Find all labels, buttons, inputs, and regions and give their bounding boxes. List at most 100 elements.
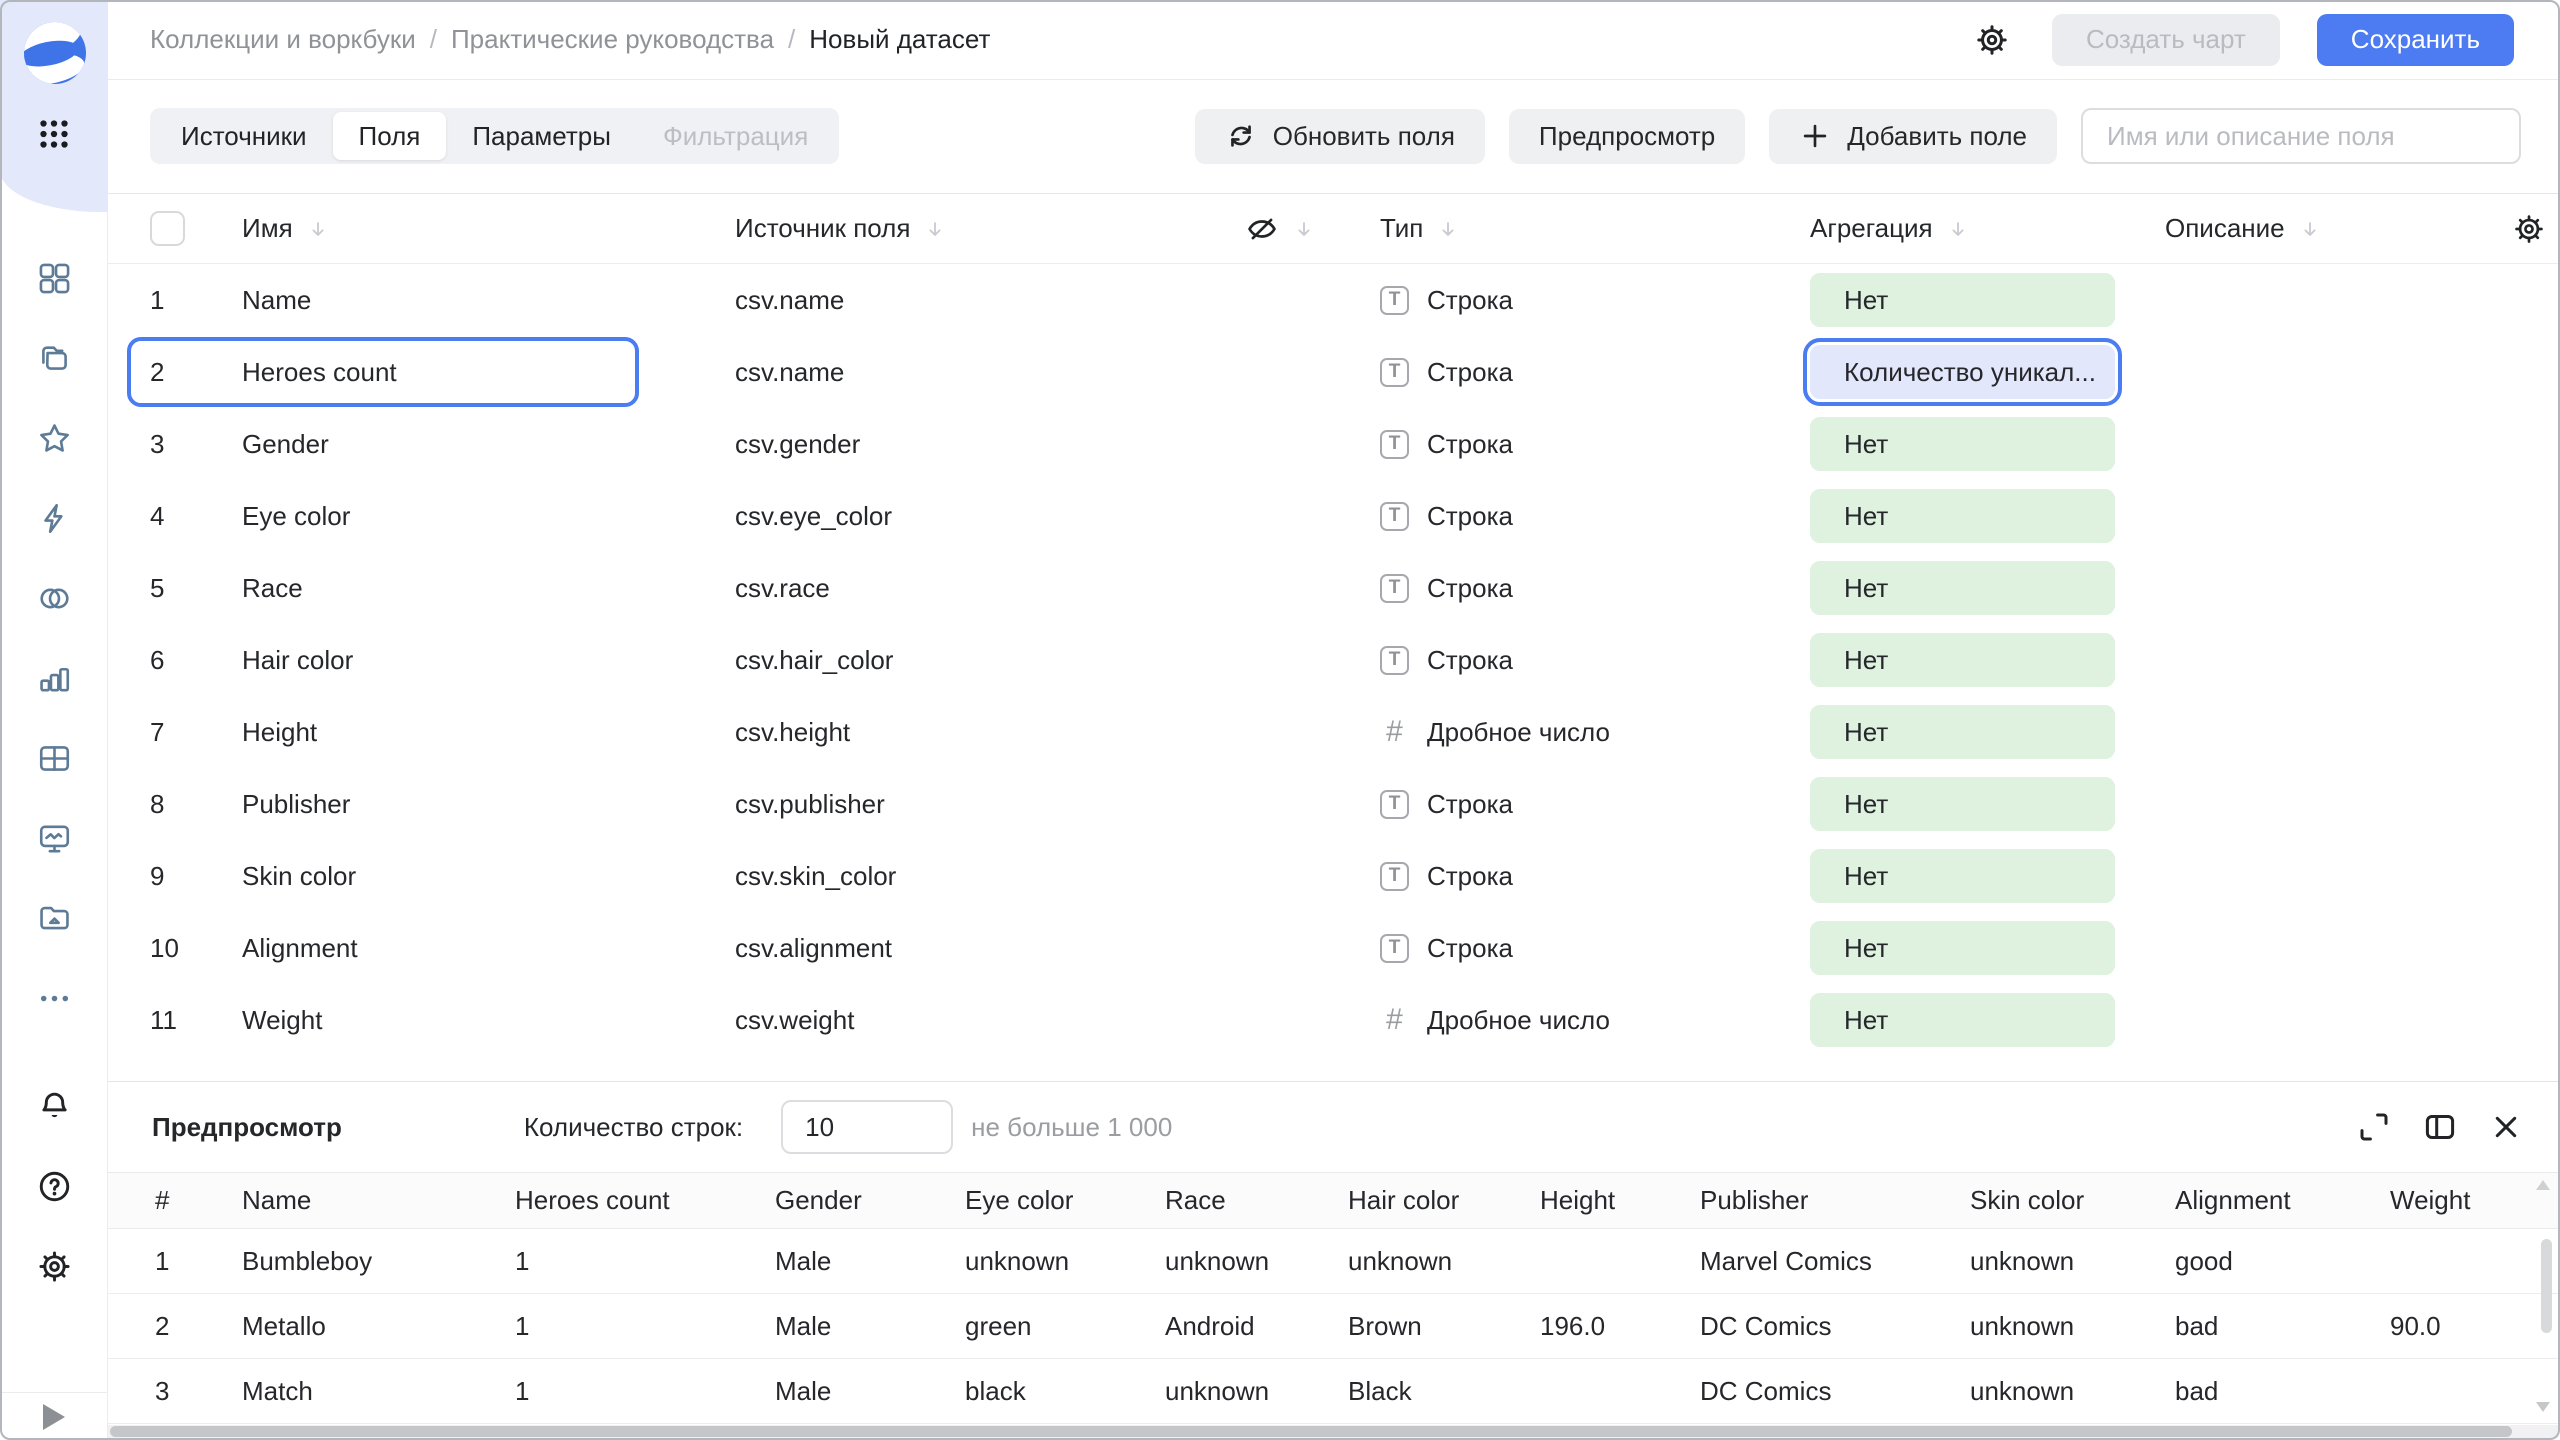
aggregation-select[interactable]: Нет	[1810, 633, 2115, 687]
preview-cell: Bumbleboy	[242, 1246, 515, 1277]
vertical-scrollbar[interactable]	[2541, 1239, 2552, 1333]
field-type-cell[interactable]: TСтрока	[1380, 789, 1810, 820]
tab-filtering[interactable]: Фильтрация	[637, 112, 834, 160]
add-field-button[interactable]: Добавить поле	[1769, 109, 2057, 164]
column-header-aggregation[interactable]: Агрегация	[1810, 213, 2165, 244]
preview-cell: Brown	[1348, 1311, 1540, 1342]
sidebar-item-folder-cloud[interactable]	[0, 878, 108, 958]
column-header-source[interactable]: Источник поля	[735, 213, 1245, 244]
aggregation-select[interactable]: Нет	[1810, 921, 2115, 975]
field-name-cell[interactable]: Race	[242, 573, 735, 604]
field-name-cell[interactable]: Alignment	[242, 933, 735, 964]
aggregation-select[interactable]: Нет	[1810, 561, 2115, 615]
field-name-cell[interactable]: Weight	[242, 1005, 735, 1036]
aggregation-select[interactable]: Нет	[1810, 489, 2115, 543]
create-chart-button[interactable]: Создать чарт	[2052, 14, 2280, 66]
horizontal-scrollbar[interactable]	[110, 1426, 2512, 1437]
aggregation-select[interactable]: Нет	[1810, 705, 2115, 759]
sidebar-item-settings[interactable]	[0, 1226, 108, 1306]
breadcrumb-workbook[interactable]: Практические руководства	[451, 24, 774, 55]
preview-cell: DC Comics	[1700, 1311, 1970, 1342]
fullscreen-icon[interactable]	[2356, 1109, 2392, 1145]
field-source-cell[interactable]: csv.height	[735, 717, 1245, 748]
field-type-cell[interactable]: TСтрока	[1380, 357, 1810, 388]
sidebar-item-table[interactable]	[0, 718, 108, 798]
aggregation-select[interactable]: Количество уникал...	[1810, 345, 2115, 399]
preview-column-header: Eye color	[965, 1185, 1165, 1216]
aggregation-select[interactable]: Нет	[1810, 273, 2115, 327]
lightning-icon	[36, 500, 73, 537]
field-name-cell[interactable]: Gender	[242, 429, 735, 460]
rows-count-input[interactable]	[781, 1100, 953, 1154]
sidebar-item-star[interactable]	[0, 398, 108, 478]
refresh-fields-button[interactable]: Обновить поля	[1195, 109, 1485, 164]
field-type-cell[interactable]: TСтрока	[1380, 285, 1810, 316]
column-header-description[interactable]: Описание	[2165, 213, 2512, 244]
close-icon[interactable]	[2488, 1109, 2524, 1145]
sidebar-item-help[interactable]	[0, 1146, 108, 1226]
tab-parameters[interactable]: Параметры	[446, 112, 637, 160]
datalens-logo-icon[interactable]	[24, 22, 86, 84]
field-name-cell[interactable]: Skin color	[242, 861, 735, 892]
sidebar-item-dashboards[interactable]	[0, 238, 108, 318]
field-type-cell[interactable]: TСтрока	[1380, 861, 1810, 892]
field-aggregation-cell: Нет	[1810, 921, 2165, 975]
sidebar-item-monitor-chart[interactable]	[0, 798, 108, 878]
field-source-cell[interactable]: csv.gender	[735, 429, 1245, 460]
field-name-cell[interactable]: Eye color	[242, 501, 735, 532]
tab-sources[interactable]: Источники	[155, 112, 333, 160]
sidebar-item-linked-circles[interactable]	[0, 558, 108, 638]
aggregation-select[interactable]: Нет	[1810, 777, 2115, 831]
field-aggregation-cell: Нет	[1810, 849, 2165, 903]
field-source-cell[interactable]: csv.alignment	[735, 933, 1245, 964]
sidebar-item-ellipsis[interactable]	[0, 958, 108, 1038]
dataset-settings-gear-icon[interactable]	[1974, 22, 2010, 58]
field-name-cell[interactable]: Hair color	[242, 645, 735, 676]
preview-column-header: #	[155, 1185, 242, 1216]
field-name-cell[interactable]: Publisher	[242, 789, 735, 820]
preview-table-header: #NameHeroes countGenderEye colorRaceHair…	[108, 1172, 2560, 1229]
column-header-name[interactable]: Имя	[242, 213, 735, 244]
tab-fields[interactable]: Поля	[333, 112, 447, 160]
field-type-cell[interactable]: #Дробное число	[1380, 715, 1810, 749]
field-type-cell[interactable]: TСтрока	[1380, 573, 1810, 604]
save-button[interactable]: Сохранить	[2317, 14, 2514, 66]
field-type-cell[interactable]: TСтрока	[1380, 501, 1810, 532]
apps-grid-icon[interactable]	[36, 116, 72, 152]
field-source-cell[interactable]: csv.hair_color	[735, 645, 1245, 676]
column-header-type[interactable]: Тип	[1380, 213, 1810, 244]
field-source-cell[interactable]: csv.eye_color	[735, 501, 1245, 532]
expand-sidebar-icon[interactable]	[43, 1404, 65, 1430]
field-search-input[interactable]	[2081, 108, 2521, 164]
sidebar-item-lightning[interactable]	[0, 478, 108, 558]
scroll-down-arrow-icon[interactable]	[2536, 1402, 2550, 1412]
field-source-cell[interactable]: csv.weight	[735, 1005, 1245, 1036]
preview-toggle-button[interactable]: Предпросмотр	[1509, 109, 1745, 164]
aggregation-select[interactable]: Нет	[1810, 849, 2115, 903]
aggregation-select[interactable]: Нет	[1810, 417, 2115, 471]
field-source-cell[interactable]: csv.skin_color	[735, 861, 1245, 892]
field-name-cell[interactable]: Height	[242, 717, 735, 748]
breadcrumb-collections[interactable]: Коллекции и воркбуки	[150, 24, 416, 55]
field-type-cell[interactable]: TСтрока	[1380, 933, 1810, 964]
field-aggregation-cell: Количество уникал...	[1810, 345, 2165, 399]
sidebar-item-collections[interactable]	[0, 318, 108, 398]
field-type-cell[interactable]: #Дробное число	[1380, 1003, 1810, 1037]
field-name-cell[interactable]: Name	[242, 285, 735, 316]
split-view-icon[interactable]	[2422, 1109, 2458, 1145]
field-source-cell[interactable]: csv.race	[735, 573, 1245, 604]
scroll-up-arrow-icon[interactable]	[2536, 1180, 2550, 1190]
plus-icon	[1799, 120, 1831, 152]
sidebar-item-bar-chart[interactable]	[0, 638, 108, 718]
field-source-cell[interactable]: csv.publisher	[735, 789, 1245, 820]
column-header-hidden[interactable]	[1245, 212, 1380, 246]
field-type-cell[interactable]: TСтрока	[1380, 429, 1810, 460]
field-name-cell[interactable]: Heroes count	[242, 357, 735, 388]
field-type-cell[interactable]: TСтрока	[1380, 645, 1810, 676]
table-columns-gear-icon[interactable]	[2512, 212, 2546, 246]
aggregation-select[interactable]: Нет	[1810, 993, 2115, 1047]
select-all-checkbox[interactable]	[150, 211, 185, 246]
field-source-cell[interactable]: csv.name	[735, 285, 1245, 316]
field-source-cell[interactable]: csv.name	[735, 357, 1245, 388]
sidebar-item-bell[interactable]	[0, 1066, 108, 1146]
